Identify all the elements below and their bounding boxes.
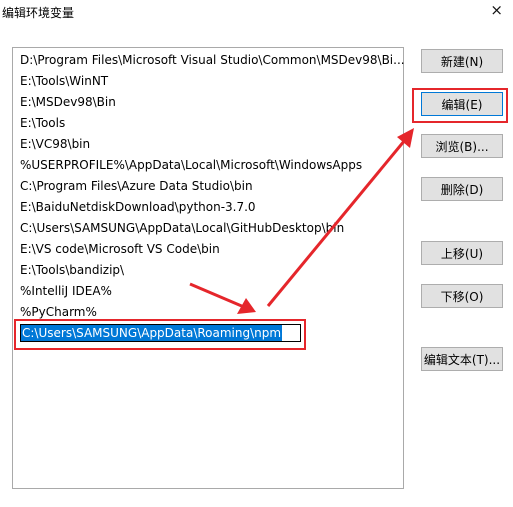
list-item[interactable]: E:\Tools\bandizip\ [20,260,124,280]
move-up-button[interactable]: 上移(U) [421,241,503,265]
list-item[interactable]: E:\VS code\Microsoft VS Code\bin [20,239,220,259]
list-item[interactable]: %IntelliJ IDEA% [20,281,112,301]
list-item[interactable]: %USERPROFILE%\AppData\Local\Microsoft\Wi… [20,155,362,175]
list-item[interactable]: E:\Tools\WinNT [20,71,108,91]
delete-button[interactable]: 删除(D) [421,177,503,201]
path-edit-input[interactable]: C:\Users\SAMSUNG\AppData\Roaming\npm [20,324,301,342]
list-item[interactable]: E:\BaiduNetdiskDownload\python-3.7.0 [20,197,256,217]
close-icon[interactable]: × [490,1,503,19]
path-list[interactable]: D:\Program Files\Microsoft Visual Studio… [12,47,405,489]
edit-text-button[interactable]: 编辑文本(T)... [421,347,503,371]
list-item[interactable]: E:\MSDev98\Bin [20,92,116,112]
list-item[interactable]: E:\VC98\bin [20,134,90,154]
edit-button[interactable]: 编辑(E) [421,92,503,116]
window-title: 编辑环境变量 [2,6,75,20]
move-down-button[interactable]: 下移(O) [421,284,503,308]
list-item[interactable]: %PyCharm% [20,302,97,322]
list-item[interactable]: D:\Program Files\Microsoft Visual Studio… [20,50,405,70]
list-item[interactable]: C:\Users\SAMSUNG\AppData\Local\GitHubDes… [20,218,344,238]
title-bar: 编辑环境变量 × [0,0,513,26]
browse-button[interactable]: 浏览(B)... [421,134,503,158]
selected-text: C:\Users\SAMSUNG\AppData\Roaming\npm [21,325,283,341]
list-item[interactable]: E:\Tools [20,113,65,133]
list-item[interactable]: C:\Program Files\Azure Data Studio\bin [20,176,253,196]
new-button[interactable]: 新建(N) [421,49,503,73]
